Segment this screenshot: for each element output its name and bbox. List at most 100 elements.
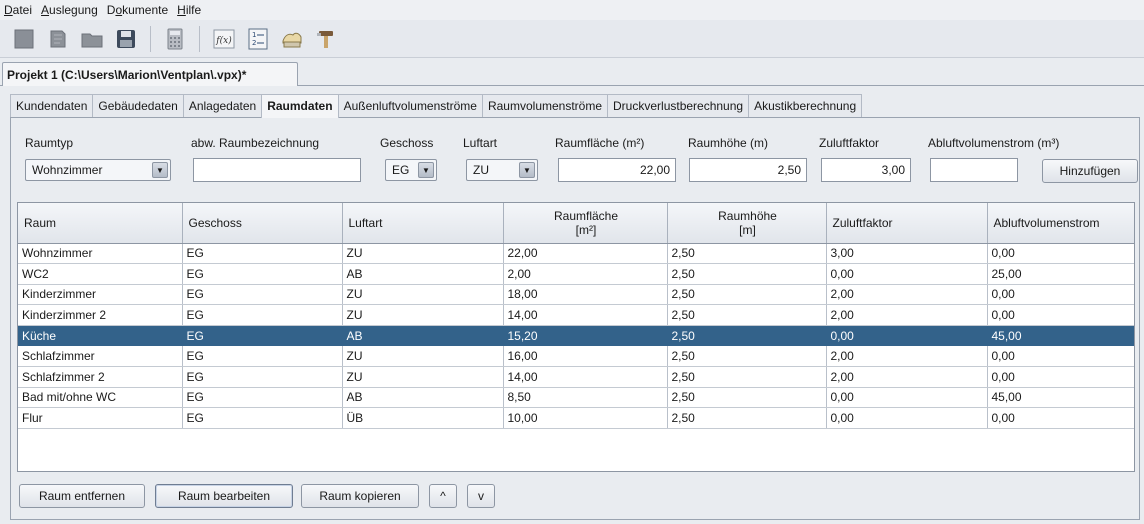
tools-icon[interactable] (312, 25, 340, 53)
table-row[interactable]: Kinderzimmer 2 EG ZU 14,00 2,50 2,00 0,00 (18, 304, 1134, 326)
raum-table: Raum Geschoss Luftart Raumfläche [m²] Raumhö… (17, 202, 1135, 472)
column-header-3[interactable]: Raumfläche [m²] (503, 203, 668, 244)
table-cell: 2,50 (667, 284, 827, 306)
table-cell: 2,00 (503, 263, 668, 285)
table-cell: 0,00 (826, 263, 988, 285)
raumflaeche-input[interactable]: 22,00 (558, 158, 676, 182)
section-tabs: Kundendaten Gebäudedaten Anlagedaten Raumda… (10, 94, 1140, 118)
tab-0[interactable]: Kundendaten (10, 94, 94, 117)
luftart-value: ZU (473, 163, 489, 177)
move-down-button[interactable]: v (467, 484, 495, 508)
table-cell: ZU (342, 243, 504, 265)
tab-3[interactable]: Raumdaten (261, 94, 339, 118)
geschoss-select[interactable]: EG ▼ (385, 159, 437, 181)
open-document-icon[interactable] (44, 25, 72, 53)
raumtyp-select[interactable]: Wohnzimmer ▼ (25, 159, 171, 181)
project-tab-strip: Projekt 1 (C:\Users\Marion\Ventplan\.vpx… (0, 60, 1144, 86)
hinzufuegen-button[interactable]: Hinzufügen (1042, 159, 1138, 183)
chevron-down-icon[interactable]: ▼ (418, 162, 434, 178)
column-header-0[interactable]: Raum (18, 203, 183, 244)
table-cell: 2,50 (667, 387, 827, 409)
raumflaeche-label: Raumfläche (m²) (555, 136, 645, 150)
table-cell: 2,50 (667, 243, 827, 265)
raumbezeichnung-input[interactable] (193, 158, 361, 182)
table-cell: Schlafzimmer 2 (18, 366, 183, 388)
menu-item-0[interactable]: Datei (4, 3, 32, 17)
tab-4[interactable]: Außenluftvolumenströme (337, 94, 483, 117)
table-cell: EG (182, 345, 343, 368)
raum-bearbeiten-button[interactable]: Raum bearbeiten (155, 484, 293, 508)
table-cell: WC2 (18, 263, 183, 285)
luftart-select[interactable]: ZU ▼ (466, 159, 538, 181)
table-cell: EG (182, 243, 343, 265)
tab-5[interactable]: Raumvolumenströme (481, 94, 609, 117)
table-cell: Schlafzimmer (18, 345, 183, 368)
zuluftfaktor-input[interactable]: 3,00 (821, 158, 911, 182)
table-row[interactable]: Kinderzimmer EG ZU 18,00 2,50 2,00 0,00 (18, 284, 1134, 306)
table-row[interactable]: Wohnzimmer EG ZU 22,00 2,50 3,00 0,00 (18, 243, 1134, 265)
svg-text:1: 1 (252, 31, 256, 39)
table-cell: Kinderzimmer 2 (18, 304, 183, 326)
table-row[interactable]: Schlafzimmer EG ZU 16,00 2,50 2,00 0,00 (18, 345, 1134, 368)
new-document-icon[interactable] (10, 25, 38, 53)
table-row[interactable]: Bad mit/ohne WC EG AB 8,50 2,50 0,00 45,00 (18, 387, 1134, 409)
table-cell: 2,50 (667, 325, 827, 347)
table-cell: 2,00 (826, 345, 988, 368)
table-cell: 0,00 (987, 284, 1134, 306)
table-cell: 2,50 (667, 263, 827, 285)
zuluftfaktor-label: Zuluftfaktor (819, 136, 880, 150)
column-header-1[interactable]: Geschoss (182, 203, 343, 244)
raum-kopieren-button[interactable]: Raum kopieren (301, 484, 419, 508)
table-cell: Flur (18, 407, 183, 429)
table-row[interactable]: Küche EG AB 15,20 2,50 0,00 45,00 (18, 325, 1134, 347)
raum-entfernen-button[interactable]: Raum entfernen (19, 484, 145, 508)
print-icon[interactable] (278, 25, 306, 53)
list-icon[interactable]: 12 (244, 25, 272, 53)
column-header-4[interactable]: Raumhöhe [m] (667, 203, 827, 244)
table-cell: AB (342, 387, 504, 409)
table-cell: EG (182, 407, 343, 429)
table-cell: EG (182, 263, 343, 285)
calculator-icon[interactable] (161, 25, 189, 53)
table-body: Wohnzimmer EG ZU 22,00 2,50 3,00 0,00 WC2 EG AB 2,… (18, 243, 1134, 429)
table-cell: 0,00 (826, 325, 988, 347)
table-cell: ZU (342, 345, 504, 368)
table-cell: ZU (342, 284, 504, 306)
table-cell: EG (182, 325, 343, 347)
table-cell: 0,00 (987, 407, 1134, 429)
function-icon[interactable]: f(x) (210, 25, 238, 53)
table-cell: 2,50 (667, 366, 827, 388)
table-cell: 2,50 (667, 345, 827, 368)
tab-6[interactable]: Druckverlustberechnung (607, 94, 750, 117)
abluftvolumenstrom-input[interactable] (930, 158, 1018, 182)
table-cell: 0,00 (987, 366, 1134, 388)
move-up-button[interactable]: ^ (429, 484, 457, 508)
save-icon[interactable] (112, 25, 140, 53)
raumhoehe-input[interactable]: 2,50 (689, 158, 807, 182)
table-cell: EG (182, 304, 343, 326)
table-cell: 2,00 (826, 304, 988, 326)
project-tab[interactable]: Projekt 1 (C:\Users\Marion\Ventplan\.vpx… (2, 62, 298, 86)
table-row[interactable]: WC2 EG AB 2,00 2,50 0,00 25,00 (18, 263, 1134, 285)
table-cell: 2,50 (667, 407, 827, 429)
menu-item-3[interactable]: Hilfe (177, 3, 201, 17)
table-row[interactable]: Schlafzimmer 2 EG ZU 14,00 2,50 2,00 0,00 (18, 366, 1134, 388)
table-row[interactable]: Flur EG ÜB 10,00 2,50 0,00 0,00 (18, 407, 1134, 429)
column-header-2[interactable]: Luftart (342, 203, 504, 244)
menu-item-2[interactable]: Dokumente (107, 3, 168, 17)
raumhoehe-label: Raumhöhe (m) (688, 136, 769, 150)
svg-text:f(x): f(x) (215, 35, 232, 46)
column-header-6[interactable]: Abluftvolumenstrom (987, 203, 1134, 244)
tab-2[interactable]: Anlagedaten (182, 94, 263, 117)
table-cell: 0,00 (987, 304, 1134, 326)
chevron-down-icon[interactable]: ▼ (152, 162, 168, 178)
table-cell: AB (342, 325, 504, 347)
column-header-5[interactable]: Zuluftfaktor (826, 203, 988, 244)
folder-icon[interactable] (78, 25, 106, 53)
tab-7[interactable]: Akustikberechnung (748, 94, 863, 117)
tab-1[interactable]: Gebäudedaten (92, 94, 184, 117)
table-cell: 10,00 (503, 407, 668, 429)
chevron-down-icon[interactable]: ▼ (519, 162, 535, 178)
table-cell: AB (342, 263, 504, 285)
menu-item-1[interactable]: Auslegung (41, 3, 98, 17)
